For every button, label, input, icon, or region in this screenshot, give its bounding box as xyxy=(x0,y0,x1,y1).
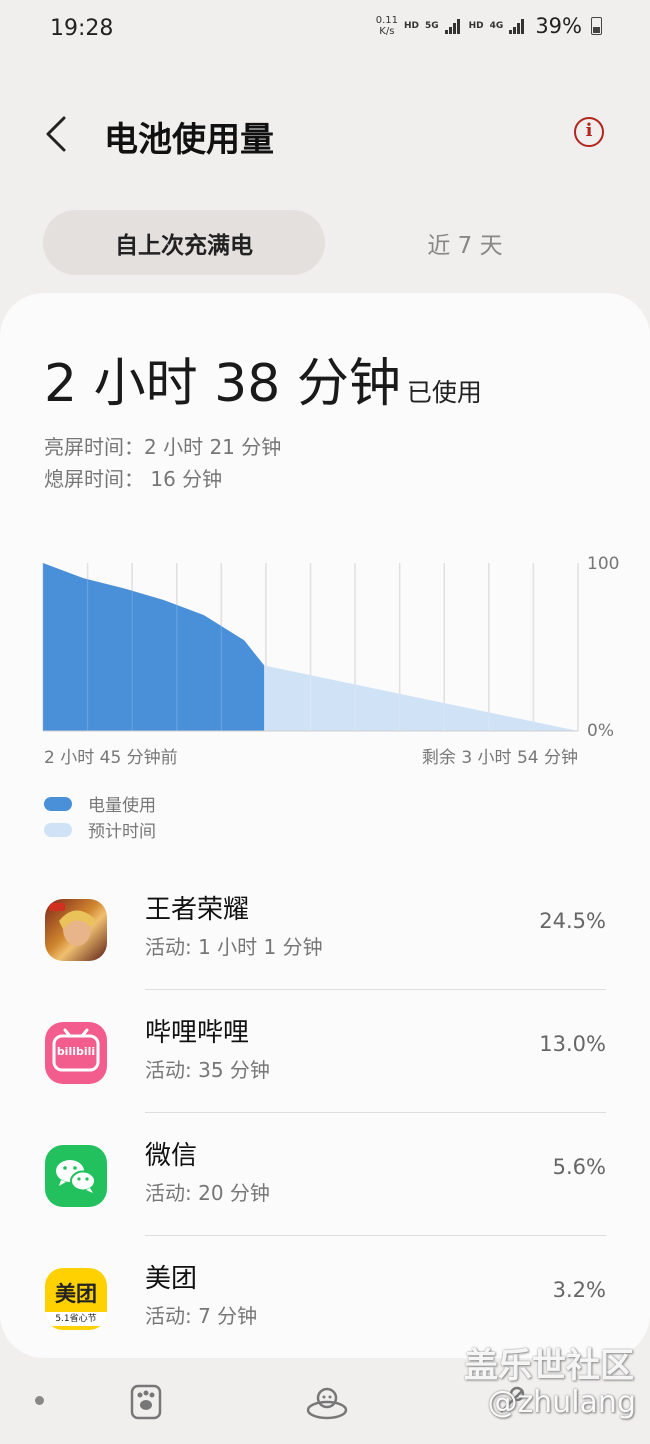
battery-chart[interactable]: 100 0% 2 小时 45 分钟前 剩余 3 小时 54 分钟 xyxy=(0,548,650,768)
y-axis-min-label: 0% xyxy=(587,721,614,741)
status-indicators: 0.11 K/s HD 5G HD 4G 39% xyxy=(376,14,602,38)
legend-forecast-swatch xyxy=(44,822,72,837)
x-axis-start-label: 2 小时 45 分钟前 xyxy=(44,748,178,768)
battery-percentage: 39% xyxy=(535,14,582,38)
back-button[interactable] xyxy=(40,112,74,156)
watermark-community: 盖乐世社区 xyxy=(464,1346,634,1386)
app-activity-time: 活动: 7 分钟 xyxy=(145,1304,258,1328)
app-name: 美团 xyxy=(145,1264,198,1294)
app-row-wechat[interactable]: 微信 活动: 20 分钟 5.6% xyxy=(0,1141,650,1268)
tab-last-7-days[interactable]: 近 7 天 xyxy=(340,210,590,275)
signal-icon-2 xyxy=(509,18,527,34)
info-icon: i xyxy=(585,120,593,141)
app-usage-percent: 3.2% xyxy=(552,1278,606,1302)
app-activity-time: 活动: 20 分钟 xyxy=(145,1181,270,1205)
app-name: 微信 xyxy=(145,1141,198,1171)
legend-usage: 电量使用 xyxy=(44,791,156,816)
battery-icon xyxy=(591,17,602,35)
chart-usage-area xyxy=(43,563,265,731)
divider xyxy=(145,1112,606,1113)
screen-on-time: 亮屏时间：2 小时 21 分钟 xyxy=(44,435,282,459)
battery-usage-card: 2 小时 38 分钟 已使用 亮屏时间：2 小时 21 分钟 熄屏时间： 16 分… xyxy=(0,293,650,1358)
meituan-icon: 美团 5.1省心节 xyxy=(45,1268,107,1330)
app-activity-time: 活动: 35 分钟 xyxy=(145,1058,270,1082)
paw-icon xyxy=(130,1384,162,1420)
bilibili-icon-text: bilibili xyxy=(56,1045,96,1058)
info-button[interactable]: i xyxy=(574,117,604,147)
legend-forecast-label: 预计时间 xyxy=(88,822,156,842)
page-title: 电池使用量 xyxy=(104,120,274,160)
app-row-honor-of-kings[interactable]: 王者荣耀 活动: 1 小时 1 分钟 24.5% xyxy=(0,895,650,1022)
home-button[interactable] xyxy=(305,1384,349,1424)
legend-usage-swatch xyxy=(44,796,72,811)
bilibili-icon: bilibili xyxy=(45,1022,107,1084)
paw-button[interactable] xyxy=(130,1382,162,1424)
app-name: 哔哩哔哩 xyxy=(145,1018,250,1048)
network-speed-value: 0.11 xyxy=(375,15,398,26)
cat-mascot-icon xyxy=(306,1387,348,1420)
network-type-5g: 5G xyxy=(424,21,439,31)
network-type-4g: 4G xyxy=(489,21,504,31)
back-arrow-icon xyxy=(46,116,66,152)
app-row-bilibili[interactable]: bilibili 哔哩哔哩 活动: 35 分钟 13.0% xyxy=(0,1018,650,1145)
screen-off-time: 熄屏时间： 16 分钟 xyxy=(44,467,223,491)
status-time: 19:28 xyxy=(50,16,114,41)
hd-indicator-2: HD xyxy=(468,21,484,31)
battery-chart-plot xyxy=(42,563,579,732)
meituan-icon-text: 美团 xyxy=(55,1282,97,1306)
wechat-icon xyxy=(45,1145,107,1207)
network-speed-unit: K/s xyxy=(379,26,395,37)
used-time-label: 已使用 xyxy=(406,378,482,407)
y-axis-max-label: 100 xyxy=(587,554,620,574)
divider xyxy=(145,989,606,990)
honor-of-kings-icon xyxy=(45,899,107,961)
signal-icon xyxy=(444,18,463,34)
meituan-icon-subtext: 5.1省心节 xyxy=(45,1312,107,1326)
x-axis-end-label: 剩余 3 小时 54 分钟 xyxy=(421,748,578,768)
header: 电池使用量 i xyxy=(0,100,650,170)
app-activity-time: 活动: 1 小时 1 分钟 xyxy=(145,935,323,959)
hd-indicator: HD xyxy=(403,21,419,31)
tab-since-full-charge[interactable]: 自上次充满电 xyxy=(43,210,325,275)
status-bar: 19:28 0.11 K/s HD 5G HD 4G 39% xyxy=(0,0,650,60)
nav-dot-icon xyxy=(35,1396,44,1405)
legend-usage-label: 电量使用 xyxy=(88,796,156,816)
watermark-user: @zhulang xyxy=(487,1385,636,1420)
app-usage-percent: 5.6% xyxy=(552,1155,606,1179)
app-usage-percent: 13.0% xyxy=(539,1032,606,1056)
used-time-value: 2 小时 38 分钟 xyxy=(44,354,401,414)
app-name: 王者荣耀 xyxy=(145,895,250,925)
chart-forecast-area xyxy=(264,665,578,731)
divider xyxy=(145,1235,606,1236)
usage-summary: 2 小时 38 分钟 已使用 xyxy=(44,341,482,416)
app-usage-percent: 24.5% xyxy=(539,909,606,933)
network-speed: 0.11 K/s xyxy=(376,15,398,37)
legend-forecast: 预计时间 xyxy=(44,817,156,842)
